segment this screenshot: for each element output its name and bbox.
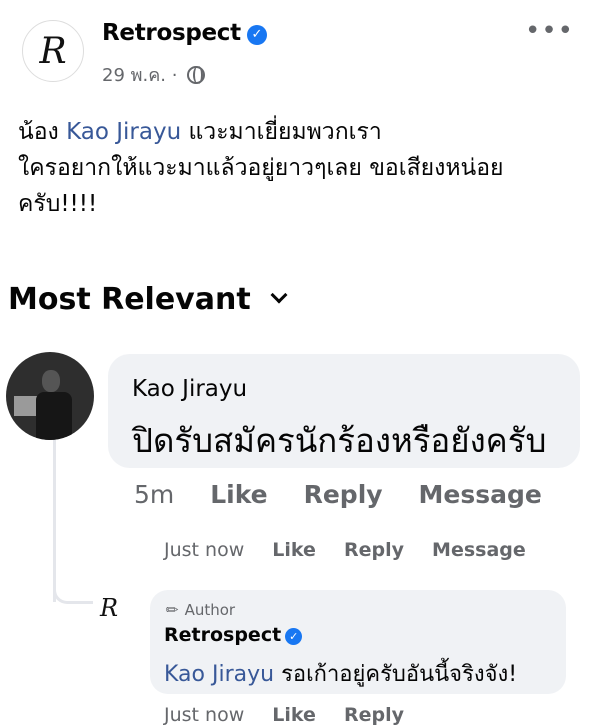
reply-actions: Just now Like Reply [164,704,426,726]
post-text-prefix: น้อง [18,119,67,145]
page-avatar-monogram: R [39,30,67,72]
commenter-avatar[interactable] [6,352,94,440]
post-text: น้อง Kao Jirayu แวะมาเยี่ยมพวกเรา ใครอยา… [18,114,588,222]
page-name[interactable]: Retrospect ✓ [102,20,267,46]
post-date[interactable]: 29 พ.ค. [102,65,166,86]
reply-like-button[interactable]: Like [272,704,316,726]
message-button[interactable]: Message [419,480,542,509]
avatar-photo-detail [14,396,38,416]
reply-mention-link[interactable]: Kao Jirayu [164,662,274,687]
comment-sub-actions: Just now Like Reply Message [164,539,548,561]
avatar-photo-body [36,392,72,440]
page-avatar[interactable]: R [22,20,84,82]
post-text-line-1-rest: แวะมาเยี่ยมพวกเรา [181,119,382,145]
comment-text: ปิดรับสมัครนักร้องหรือยังครับ [132,421,547,460]
comment-sub-time[interactable]: Just now [164,539,244,561]
comment-time[interactable]: 5m [134,480,174,509]
post-text-line-2: ใครอยากให้แวะมาแล้วอยู่ยาวๆเลย ขอเสียงหน… [18,155,504,181]
avatar-photo-head [42,370,60,392]
sub-reply-button[interactable]: Reply [344,539,404,561]
author-badge: ✎Author [161,599,236,621]
chevron-down-icon [270,286,288,304]
comment-actions: 5m Like Reply Message [134,480,570,509]
comments-sort-label: Most Relevant [8,282,251,317]
reply-author[interactable]: Retrospect ✓ [164,624,303,646]
thread-connector [53,580,93,604]
like-button[interactable]: Like [210,480,267,509]
comments-sort-dropdown[interactable]: Most Relevant [8,282,288,317]
meta-separator: · [171,65,178,86]
thread-line [53,432,56,602]
reply-time[interactable]: Just now [164,704,244,726]
verified-badge-icon: ✓ [285,628,303,645]
reply-button[interactable]: Reply [304,480,383,509]
post-meta: 29 พ.ค. · [102,60,206,89]
author-badge-label: Author [184,601,236,619]
verified-badge-icon: ✓ [246,25,267,45]
post-text-line-3: ครับ!!!! [18,191,98,217]
globe-icon [187,66,206,84]
post-header: R Retrospect ✓ 29 พ.ค. · ••• [22,14,582,86]
sub-message-button[interactable]: Message [432,539,526,561]
more-options-icon[interactable]: ••• [525,16,574,46]
reply-text: Kao Jirayu รอเก้าอยู่ครับอันนี้จริงจัง! [164,656,517,691]
sub-like-button[interactable]: Like [272,539,316,561]
reply-avatar[interactable]: R [100,594,134,628]
post-text-line-1: น้อง Kao Jirayu แวะมาเยี่ยมพวกเรา [18,114,588,150]
comment-author[interactable]: Kao Jirayu [132,376,247,402]
reply-author-text[interactable]: Retrospect [164,624,281,646]
reply-text-body: รอเก้าอยู่ครับอันนี้จริงจัง! [274,662,518,687]
post-mention-link[interactable]: Kao Jirayu [66,119,181,145]
page-name-text[interactable]: Retrospect [102,20,241,46]
reply-reply-button[interactable]: Reply [344,704,404,726]
